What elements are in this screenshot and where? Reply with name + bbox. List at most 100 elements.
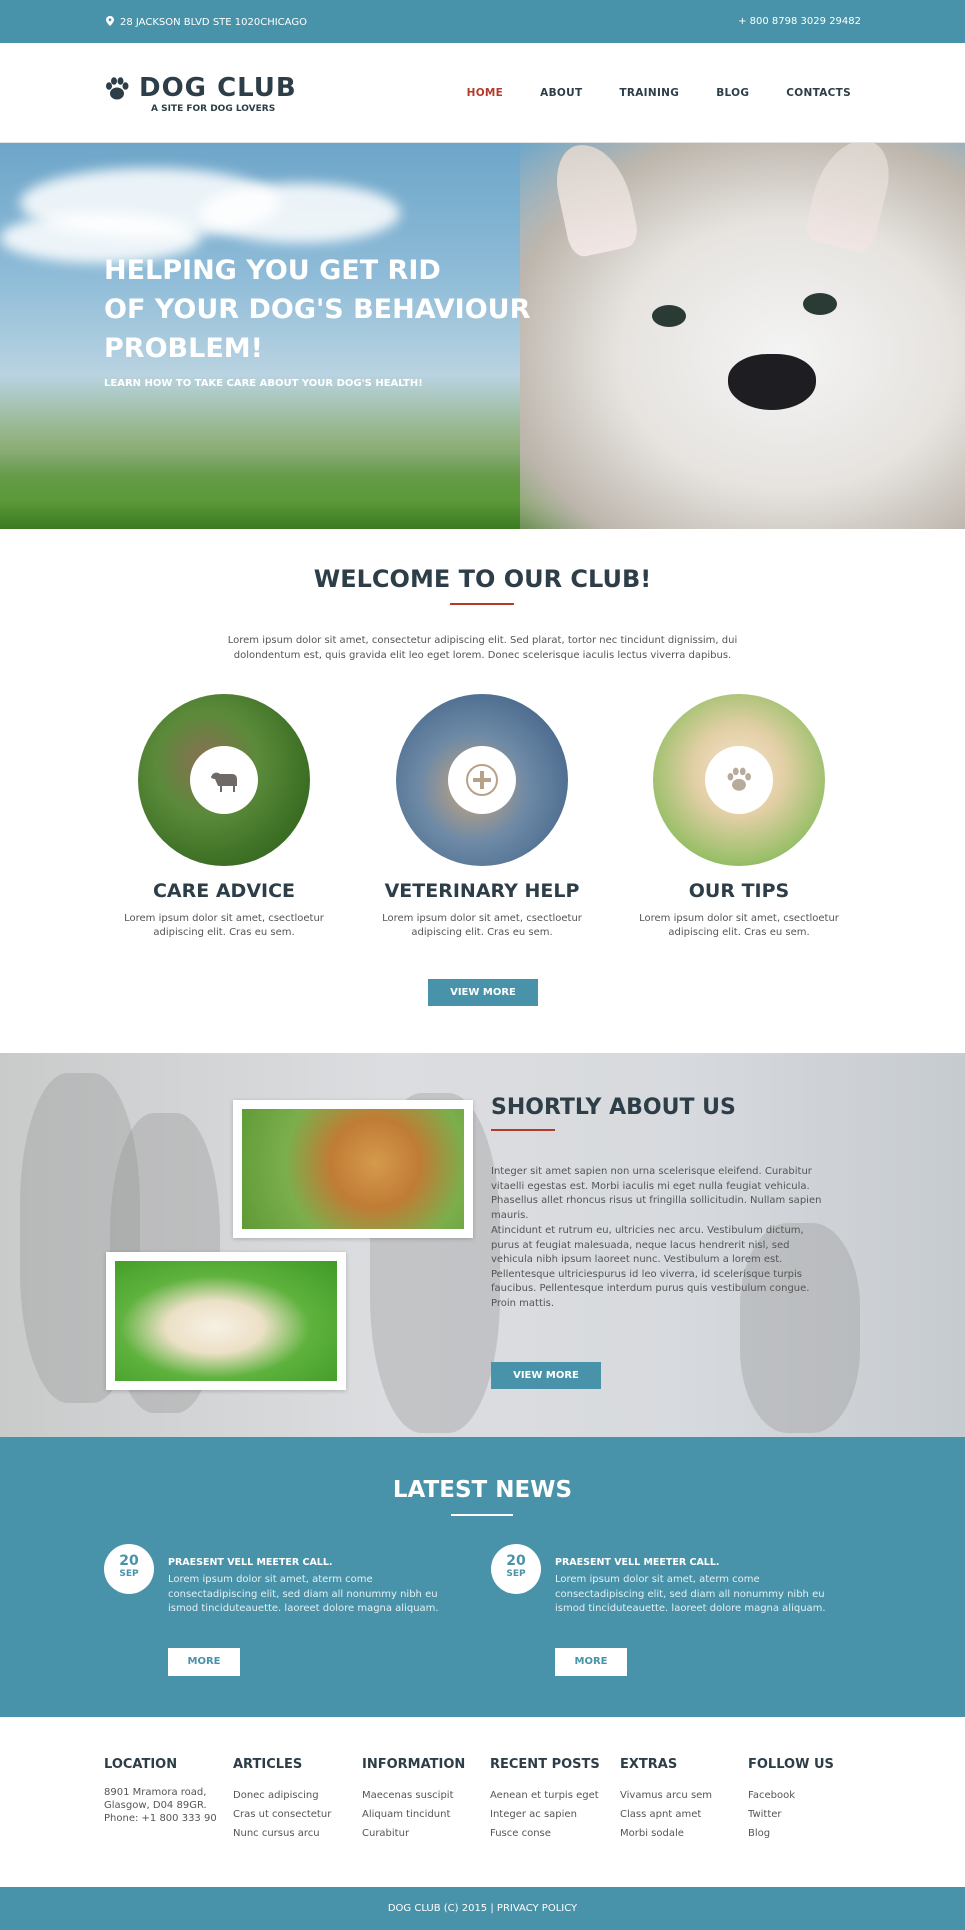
feature-title: OUR TIPS bbox=[688, 880, 790, 902]
site-footer: LOCATION 8901 Mramora road, Glasgow, D04… bbox=[0, 1717, 965, 1887]
nav-home[interactable]: HOME bbox=[467, 87, 504, 99]
hero-line-3: PROBLEM! bbox=[104, 333, 263, 364]
about-section: SHORTLY ABOUT US Integer sit amet sapien… bbox=[0, 1053, 965, 1437]
footer-link[interactable]: Curabitur bbox=[362, 1824, 482, 1843]
about-title: SHORTLY ABOUT US bbox=[491, 1095, 736, 1120]
nav-about[interactable]: ABOUT bbox=[540, 87, 582, 99]
news-heading[interactable]: PRAESENT VELL MEETER CALL. bbox=[168, 1557, 333, 1568]
footer-link[interactable]: Class apnt amet bbox=[620, 1805, 740, 1824]
care-advice-image[interactable] bbox=[138, 694, 310, 866]
main-nav: HOME ABOUT TRAINING BLOG CONTACTS bbox=[430, 87, 851, 99]
footer-location: LOCATION 8901 Mramora road, Glasgow, D04… bbox=[104, 1757, 224, 1825]
footer-recent-posts: RECENT POSTS Aenean et turpis eget Integ… bbox=[490, 1757, 610, 1843]
feature-text: Lorem ipsum dolor sit amet, csectloetur … bbox=[124, 913, 324, 938]
copyright-text: DOG CLUB (C) 2015 bbox=[387, 1903, 488, 1914]
golden-retriever-image bbox=[115, 1261, 337, 1381]
our-tips-image[interactable] bbox=[653, 694, 825, 866]
privacy-policy-link[interactable]: PRIVACY POLICY bbox=[497, 1903, 577, 1914]
about-paragraph-1: Integer sit amet sapien non urna sceleri… bbox=[491, 1166, 822, 1221]
hero-line-2: OF YOUR DOG'S BEHAVIOUR bbox=[104, 294, 531, 325]
news-text: Lorem ipsum dolor sit amet, aterm come c… bbox=[168, 1574, 439, 1614]
hero-subtitle: LEARN HOW TO TAKE CARE ABOUT YOUR DOG'S … bbox=[104, 378, 423, 389]
dog-icon bbox=[190, 746, 258, 814]
about-view-more-button[interactable]: VIEW MORE bbox=[491, 1362, 601, 1389]
puppy-eye bbox=[652, 305, 686, 327]
puppy-nose bbox=[728, 354, 816, 410]
photo-golden-retriever bbox=[106, 1252, 346, 1390]
hero-banner: HELPING YOU GET RID OF YOUR DOG'S BEHAVI… bbox=[0, 143, 965, 529]
footer-link-blog[interactable]: Blog bbox=[748, 1824, 868, 1843]
feature-care-advice: CARE ADVICE Lorem ipsum dolor sit amet, … bbox=[114, 694, 334, 940]
title-underline bbox=[450, 603, 514, 605]
veterinary-help-image[interactable] bbox=[396, 694, 568, 866]
news-day: 20 bbox=[506, 1553, 526, 1569]
address: 28 JACKSON BLVD STE 1020CHICAGO bbox=[106, 16, 307, 29]
news-item: 20 SEP PRAESENT VELL MEETER CALL. Lorem … bbox=[491, 1544, 831, 1684]
footer-link[interactable]: Cras ut consectetur bbox=[233, 1805, 353, 1824]
footer-heading: LOCATION bbox=[104, 1757, 178, 1772]
news-date: 20 SEP bbox=[491, 1544, 541, 1594]
footer-heading: INFORMATION bbox=[362, 1757, 466, 1772]
footer-heading: EXTRAS bbox=[620, 1757, 678, 1772]
grass-decoration bbox=[0, 454, 560, 529]
logo[interactable]: DOG CLUB A SITE FOR DOG LOVERS bbox=[103, 73, 297, 114]
separator: | bbox=[490, 1903, 494, 1914]
footer-link[interactable]: Fusce conse bbox=[490, 1824, 610, 1843]
footer-link[interactable]: Maecenas suscipit bbox=[362, 1786, 482, 1805]
feature-our-tips: OUR TIPS Lorem ipsum dolor sit amet, cse… bbox=[629, 694, 849, 940]
feature-title: CARE ADVICE bbox=[152, 880, 296, 902]
news-date: 20 SEP bbox=[104, 1544, 154, 1594]
news-month: SEP bbox=[506, 1569, 526, 1579]
footer-heading: FOLLOW US bbox=[748, 1757, 834, 1772]
footer-follow-us: FOLLOW US Facebook Twitter Blog bbox=[748, 1757, 868, 1843]
footer-extras: EXTRAS Vivamus arcu sem Class apnt amet … bbox=[620, 1757, 740, 1843]
welcome-title: WELCOME TO OUR CLUB! bbox=[313, 565, 652, 593]
nav-blog[interactable]: BLOG bbox=[716, 87, 749, 99]
copyright-bar: DOG CLUB (C) 2015 | PRIVACY POLICY bbox=[0, 1887, 965, 1930]
news-item: 20 SEP PRAESENT VELL MEETER CALL. Lorem … bbox=[104, 1544, 444, 1684]
footer-articles: ARTICLES Donec adipiscing Cras ut consec… bbox=[233, 1757, 353, 1843]
footer-link[interactable]: Donec adipiscing bbox=[233, 1786, 353, 1805]
location-line: 8901 Mramora road, bbox=[104, 1787, 207, 1798]
feature-text: Lorem ipsum dolor sit amet, csectloetur … bbox=[382, 913, 582, 938]
feature-veterinary-help: VETERINARY HELP Lorem ipsum dolor sit am… bbox=[372, 694, 592, 940]
news-more-button[interactable]: MORE bbox=[555, 1648, 627, 1676]
nav-training[interactable]: TRAINING bbox=[619, 87, 679, 99]
paw-logo-icon bbox=[103, 75, 131, 103]
footer-link[interactable]: Morbi sodale bbox=[620, 1824, 740, 1843]
cloud-decoration bbox=[200, 183, 400, 243]
nav-contacts[interactable]: CONTACTS bbox=[786, 87, 851, 99]
paw-icon bbox=[705, 746, 773, 814]
footer-link[interactable]: Nunc cursus arcu bbox=[233, 1824, 353, 1843]
news-day: 20 bbox=[119, 1553, 139, 1569]
news-heading[interactable]: PRAESENT VELL MEETER CALL. bbox=[555, 1557, 720, 1568]
footer-link[interactable]: Aenean et turpis eget bbox=[490, 1786, 610, 1805]
feature-title: VETERINARY HELP bbox=[384, 880, 580, 902]
footer-heading: ARTICLES bbox=[233, 1757, 303, 1772]
site-title: DOG CLUB bbox=[139, 73, 297, 103]
feature-text: Lorem ipsum dolor sit amet, csectloetur … bbox=[639, 913, 839, 938]
location-phone: Phone: +1 800 333 90 bbox=[104, 1813, 217, 1824]
footer-heading: RECENT POSTS bbox=[490, 1757, 600, 1772]
footer-link[interactable]: Integer ac sapien bbox=[490, 1805, 610, 1824]
latest-news-section: LATEST NEWS 20 SEP PRAESENT VELL MEETER … bbox=[0, 1437, 965, 1717]
top-bar: 28 JACKSON BLVD STE 1020CHICAGO + 800 87… bbox=[0, 0, 965, 43]
hero-line-1: HELPING YOU GET RID bbox=[104, 255, 441, 286]
hero-headline: HELPING YOU GET RID OF YOUR DOG'S BEHAVI… bbox=[104, 251, 544, 368]
address-text: 28 JACKSON BLVD STE 1020CHICAGO bbox=[120, 17, 307, 28]
location-line: Glasgow, D04 89GR. bbox=[104, 1800, 207, 1811]
footer-information: INFORMATION Maecenas suscipit Aliquam ti… bbox=[362, 1757, 482, 1843]
footer-link-facebook[interactable]: Facebook bbox=[748, 1786, 868, 1805]
news-month: SEP bbox=[119, 1569, 139, 1579]
footer-link-twitter[interactable]: Twitter bbox=[748, 1805, 868, 1824]
view-more-button[interactable]: VIEW MORE bbox=[428, 979, 538, 1006]
news-more-button[interactable]: MORE bbox=[168, 1648, 240, 1676]
site-header: DOG CLUB A SITE FOR DOG LOVERS HOME ABOU… bbox=[0, 43, 965, 143]
footer-link[interactable]: Aliquam tincidunt bbox=[362, 1805, 482, 1824]
plus-icon bbox=[448, 746, 516, 814]
news-title: LATEST NEWS bbox=[392, 1477, 573, 1503]
puppy-eye bbox=[803, 293, 837, 315]
footer-link[interactable]: Vivamus arcu sem bbox=[620, 1786, 740, 1805]
phone-number[interactable]: + 800 8798 3029 29482 bbox=[738, 16, 861, 27]
title-underline bbox=[491, 1129, 555, 1131]
